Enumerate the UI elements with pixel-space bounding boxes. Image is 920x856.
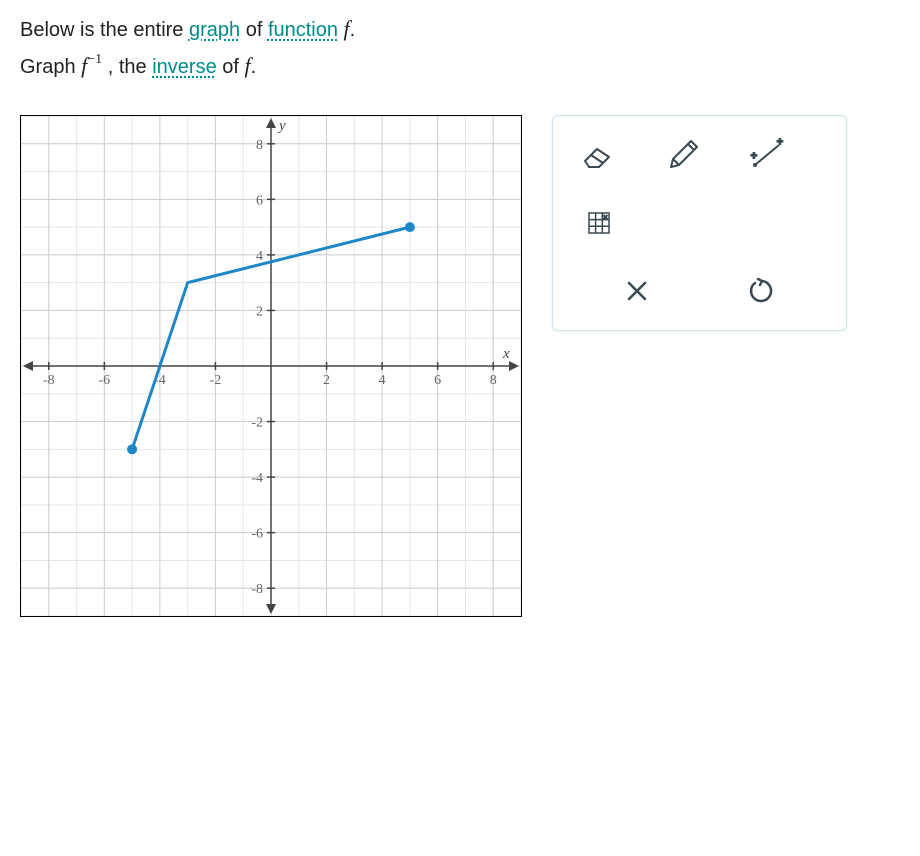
svg-text:-6: -6 <box>251 526 263 541</box>
svg-text:-2: -2 <box>210 373 222 388</box>
inverse-link[interactable]: inverse <box>152 56 216 78</box>
svg-text:+: + <box>751 151 757 162</box>
svg-text:×: × <box>603 213 608 222</box>
line-tool[interactable]: ++ <box>743 134 791 176</box>
svg-text:4: 4 <box>256 249 263 264</box>
tool-panel: ++ × <box>552 115 847 331</box>
instructions-line-2: Graph f−1 , the inverse of f. <box>20 47 900 84</box>
svg-text:2: 2 <box>323 373 330 388</box>
svg-text:-8: -8 <box>251 582 263 597</box>
svg-text:4: 4 <box>379 373 386 388</box>
function-link[interactable]: function <box>268 19 338 41</box>
instructions-text: Below is the entire graph of function f.… <box>20 10 900 85</box>
instructions-line-1: Below is the entire graph of function f. <box>20 10 900 47</box>
svg-text:y: y <box>277 118 286 134</box>
eraser-tool[interactable] <box>575 134 623 176</box>
svg-text:6: 6 <box>256 193 263 208</box>
coordinate-plane[interactable]: -8-6-4-22468-8-6-4-22468xy <box>20 115 522 617</box>
undo-tool[interactable] <box>738 270 786 312</box>
svg-text:-2: -2 <box>251 415 263 430</box>
svg-text:x: x <box>502 346 510 362</box>
grid-tool[interactable]: × <box>575 202 623 244</box>
svg-text:-4: -4 <box>251 471 263 486</box>
svg-text:8: 8 <box>490 373 497 388</box>
svg-text:+: + <box>777 137 783 148</box>
pencil-tool[interactable] <box>659 134 707 176</box>
svg-text:8: 8 <box>256 138 263 153</box>
svg-text:2: 2 <box>256 304 263 319</box>
graph-link[interactable]: graph <box>189 19 240 41</box>
clear-tool[interactable] <box>613 270 661 312</box>
svg-text:6: 6 <box>434 373 441 388</box>
svg-text:-8: -8 <box>43 373 55 388</box>
svg-text:-6: -6 <box>98 373 110 388</box>
